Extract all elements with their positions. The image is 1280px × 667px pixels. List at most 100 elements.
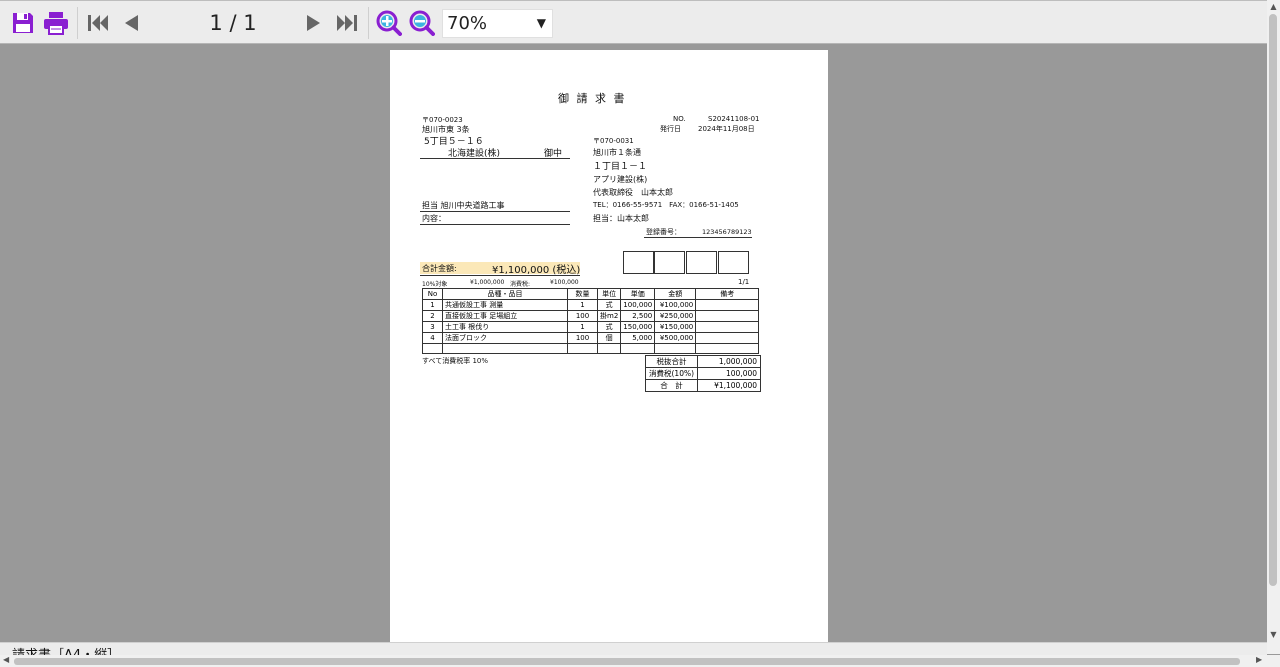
zoom-out-icon[interactable] bbox=[408, 9, 436, 37]
cell-price: 2,500 bbox=[620, 310, 656, 322]
from-company: アプリ建設(株) bbox=[593, 175, 648, 184]
cell-unit: 個 bbox=[596, 332, 622, 344]
cell-no: 3 bbox=[422, 321, 443, 333]
page-of: 1/1 bbox=[738, 278, 750, 286]
total-value: ¥1,100,000 (税込) bbox=[492, 265, 581, 276]
cell-price: 5,000 bbox=[620, 332, 656, 344]
cell-note bbox=[695, 332, 760, 344]
cell-amount: ¥100,000 bbox=[654, 299, 697, 311]
from-addr2: １丁目１－１ bbox=[593, 162, 648, 172]
issue-label: 発行日 bbox=[660, 125, 681, 133]
save-icon[interactable] bbox=[9, 9, 37, 37]
cell-qty: 100 bbox=[567, 310, 598, 322]
from-addr1: 旭川市１条通 bbox=[593, 148, 641, 157]
col-item: 品種・品目 bbox=[442, 288, 568, 300]
scroll-right-icon[interactable]: ▶ bbox=[1256, 655, 1262, 664]
last-page-icon[interactable] bbox=[333, 9, 361, 37]
no-label: NO. bbox=[673, 115, 686, 123]
summary-row: 税抜合計 1,000,000 bbox=[644, 355, 762, 368]
zoom-in-icon[interactable] bbox=[375, 9, 403, 37]
viewer-toolbar: 1 / 1 70% ▼ bbox=[0, 0, 1280, 44]
prev-page-icon[interactable] bbox=[117, 9, 145, 37]
tax-line-value1: ¥1,000,000 bbox=[470, 279, 505, 286]
cell-amount: ¥250,000 bbox=[654, 310, 697, 322]
summary-label: 税抜合計 bbox=[644, 355, 699, 368]
cell-unit: 式 bbox=[596, 321, 622, 333]
cell-price: 100,000 bbox=[620, 299, 656, 311]
total-label: 合計金額: bbox=[422, 264, 457, 273]
cell-note bbox=[695, 310, 760, 322]
summary-label: 合 計 bbox=[644, 379, 699, 392]
summary-table: 税抜合計 1,000,000 消費税(10%) 100,000 合 計 ¥1,1… bbox=[644, 355, 762, 392]
chevron-down-icon: ▼ bbox=[536, 16, 546, 30]
col-unit: 単位 bbox=[596, 288, 622, 300]
horizontal-scroll-thumb[interactable] bbox=[14, 658, 1240, 665]
tax-line-label1: 10%対象 bbox=[422, 281, 448, 288]
stamp-box bbox=[718, 251, 749, 274]
next-page-icon[interactable] bbox=[300, 9, 328, 37]
scroll-down-icon[interactable]: ▼ bbox=[1269, 630, 1278, 639]
cell-no: 4 bbox=[422, 332, 443, 344]
cell-amount: ¥150,000 bbox=[654, 321, 697, 333]
table-row: 2 直接仮設工事 足場組立 100 掛m2 2,500 ¥250,000 bbox=[422, 310, 760, 322]
cell-price: 150,000 bbox=[620, 321, 656, 333]
cell-note bbox=[695, 321, 760, 333]
invoice-title: 御 請 求 書 bbox=[558, 92, 627, 105]
zoom-value: 70% bbox=[447, 13, 488, 34]
cell-qty: 100 bbox=[567, 332, 598, 344]
page-indicator: 1 / 1 bbox=[209, 11, 257, 35]
scroll-left-icon[interactable]: ◀ bbox=[3, 655, 9, 664]
content-label: 内容： bbox=[422, 214, 446, 223]
table-header-row: No 品種・品目 数量 単位 単価 金額 備考 bbox=[422, 288, 760, 300]
stamp-box bbox=[654, 251, 685, 274]
stamp-box bbox=[686, 251, 717, 274]
col-note: 備考 bbox=[695, 288, 760, 300]
zoom-select[interactable]: 70% ▼ bbox=[442, 9, 553, 38]
stamp-box bbox=[623, 251, 654, 274]
cell-unit: 式 bbox=[596, 299, 622, 311]
document-viewport[interactable]: 御 請 求 書 〒070-0023 旭川市東 3条 5丁目５－１６ 北海建設(株… bbox=[4, 44, 1267, 642]
summary-row: 合 計 ¥1,100,000 bbox=[644, 379, 762, 392]
table-row: 4 法面ブロック 100 個 5,000 ¥500,000 bbox=[422, 332, 760, 344]
first-page-icon[interactable] bbox=[84, 9, 112, 37]
vertical-scroll-thumb[interactable] bbox=[1269, 14, 1277, 586]
cell-item: 直接仮設工事 足場組立 bbox=[442, 310, 568, 322]
summary-value: 1,000,000 bbox=[697, 355, 762, 368]
cell-qty: 1 bbox=[567, 321, 598, 333]
table-row: 1 共通仮設工事 測量 1 式 100,000 ¥100,000 bbox=[422, 299, 760, 311]
invoice-page: 御 請 求 書 〒070-0023 旭川市東 3条 5丁目５－１６ 北海建設(株… bbox=[390, 50, 828, 642]
tax-line-value2: ¥100,000 bbox=[550, 279, 579, 286]
tax-line-label2: 消費税: bbox=[510, 281, 531, 288]
cell-item: 共通仮設工事 測量 bbox=[442, 299, 568, 311]
from-zip: 〒070-0031 bbox=[593, 137, 634, 145]
tax-note: すべて消費税率 10% bbox=[422, 357, 489, 365]
col-no: No bbox=[422, 288, 443, 300]
vertical-scrollbar[interactable]: ▲ ▼ bbox=[1267, 0, 1280, 654]
summary-label: 消費税(10%) bbox=[644, 367, 699, 380]
reg-value: 123456789123 bbox=[702, 228, 752, 236]
cell-no: 1 bbox=[422, 299, 443, 311]
from-rep: 代表取締役 山本太郎 bbox=[593, 188, 673, 197]
issue-value: 2024年11月08日 bbox=[698, 125, 755, 133]
horizontal-scrollbar[interactable]: ◀ ▶ bbox=[0, 655, 1280, 667]
summary-value: ¥1,100,000 bbox=[697, 379, 762, 392]
table-row: 3 土工事 根伐り 1 式 150,000 ¥150,000 bbox=[422, 321, 760, 333]
print-icon[interactable] bbox=[42, 9, 70, 37]
col-amount: 金額 bbox=[654, 288, 697, 300]
cell-item: 土工事 根伐り bbox=[442, 321, 568, 333]
cell-unit: 掛m2 bbox=[596, 310, 622, 322]
no-value: S20241108-01 bbox=[708, 115, 760, 123]
scroll-up-icon[interactable]: ▲ bbox=[1269, 2, 1278, 11]
table-row bbox=[422, 343, 760, 354]
items-table: No 品種・品目 数量 単位 単価 金額 備考 1 共通仮設工事 測量 1 式 … bbox=[422, 288, 760, 354]
col-qty: 数量 bbox=[567, 288, 598, 300]
from-staff: 担当：山本太郎 bbox=[593, 214, 649, 223]
subject-label: 担当 旭川中央道路工事 bbox=[422, 201, 505, 210]
cell-amount: ¥500,000 bbox=[654, 332, 697, 344]
cell-note bbox=[695, 299, 760, 311]
cell-no: 2 bbox=[422, 310, 443, 322]
cell-qty: 1 bbox=[567, 299, 598, 311]
summary-row: 消費税(10%) 100,000 bbox=[644, 367, 762, 380]
col-price: 単価 bbox=[620, 288, 656, 300]
summary-value: 100,000 bbox=[697, 367, 762, 380]
